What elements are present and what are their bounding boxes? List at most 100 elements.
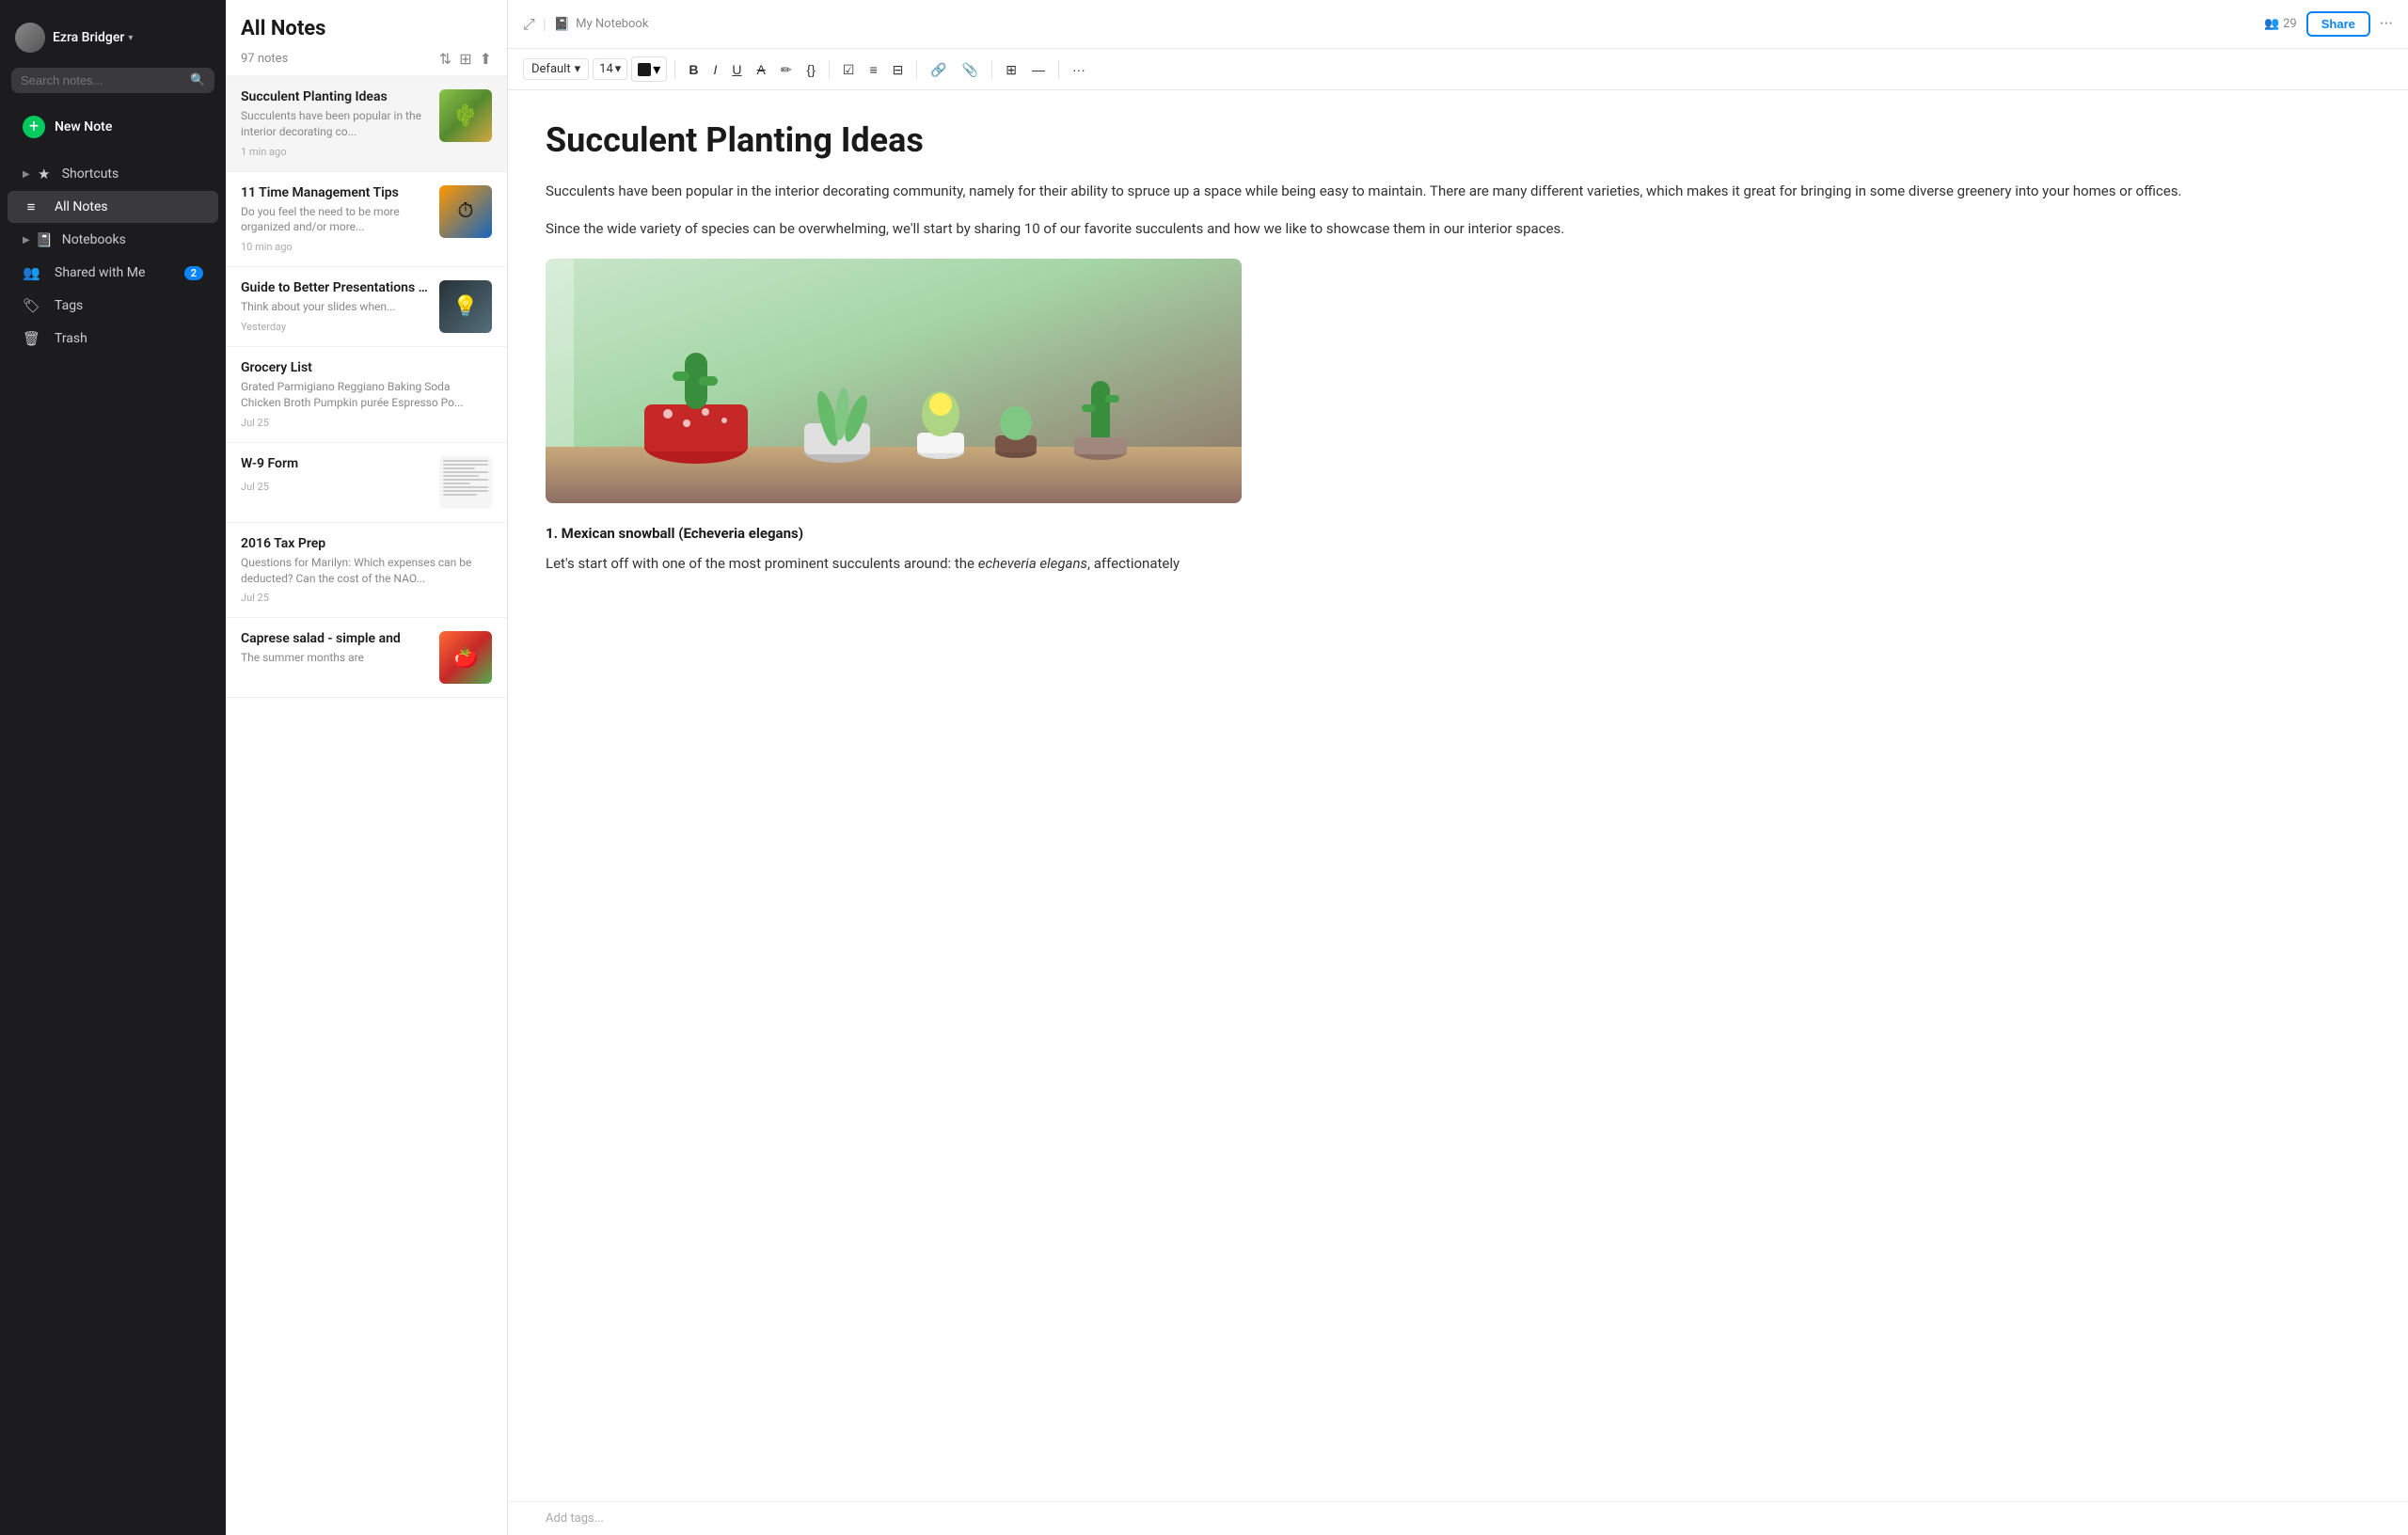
italic-button[interactable]: I [707,59,722,80]
code-button[interactable]: {} [801,59,821,80]
sidebar-item-notebooks[interactable]: ▶ 📓 Notebooks [8,224,218,256]
shared-icon: 👥 [23,264,40,281]
highlight-button[interactable]: ✏ [775,59,798,80]
note-content: Caprese salad - simple and The summer mo… [241,631,428,672]
color-selector[interactable]: ▾ [631,56,667,82]
editor-content[interactable]: Succulent Planting Ideas Succulents have… [508,90,2408,1501]
note-thumbnail: 💡 [439,280,492,333]
note-title: Guide to Better Presentations for your B… [241,280,428,295]
note-content: 2016 Tax Prep Questions for Marilyn: Whi… [241,536,492,605]
editor-toolbar: Default ▾ 14 ▾ ▾ B I U A ✏ {} ☑ ≡ ⊟ 🔗 📎 … [508,49,2408,90]
document-title: Succulent Planting Ideas [546,120,2370,161]
sidebar-item-all-notes[interactable]: ≡ All Notes [8,191,218,223]
collaborators-info: 👥 29 [2264,17,2297,31]
note-title: W-9 Form [241,456,428,471]
note-title: Caprese salad - simple and [241,631,428,646]
document-body: Succulents have been popular in the inte… [546,180,2370,575]
table-button[interactable]: ⊞ [1000,59,1022,80]
chevron-icon: ▾ [575,62,581,76]
notes-count: 97 notes [241,52,288,66]
note-content: Succulent Planting Ideas Succulents have… [241,89,428,158]
sidebar-item-trash[interactable]: 🗑 Trash [8,323,218,355]
note-thumbnail: ⏱ [439,185,492,238]
sidebar-item-tags[interactable]: 🏷 Tags [8,290,218,322]
cactus-scene [546,259,1242,503]
thumbnail-image: ⏱ [439,185,492,238]
user-profile[interactable]: Ezra Bridger ▾ [0,15,226,64]
bullet-list-button[interactable]: ≡ [863,59,882,80]
sort-icon[interactable]: ⇅ [439,50,452,68]
bold-button[interactable]: B [683,59,704,80]
checkbox-button[interactable]: ☑ [837,59,861,80]
italic-text: echeveria elegans [978,555,1087,572]
sidebar-item-label: Notebooks [62,232,126,247]
strikethrough-button[interactable]: A [751,59,770,80]
note-content: W-9 Form Jul 25 [241,456,428,493]
search-input[interactable] [21,73,186,87]
search-bar[interactable]: 🔍 [11,68,214,93]
note-preview: Succulents have been popular in the inte… [241,108,428,140]
note-content: Guide to Better Presentations for your B… [241,280,428,333]
notebook-link[interactable]: 📓 My Notebook [554,17,649,32]
color-swatch [638,63,651,76]
note-time: 10 min ago [241,241,428,253]
notes-list: Succulent Planting Ideas Succulents have… [226,76,507,1535]
note-item-time-mgmt[interactable]: 11 Time Management Tips Do you feel the … [226,172,507,268]
note-item-tax2016[interactable]: 2016 Tax Prep Questions for Marilyn: Whi… [226,523,507,619]
note-time: 1 min ago [241,146,428,158]
numbered-list-button[interactable]: ⊟ [887,59,910,80]
expand-icon[interactable]: ⤢ [523,15,535,34]
note-title: Grocery List [241,360,492,375]
note-item-grocery[interactable]: Grocery List Grated Parmigiano Reggiano … [226,347,507,443]
add-tags-placeholder: Add tags... [546,1511,604,1526]
new-note-label: New Note [55,119,112,135]
thumbnail-image [439,456,492,509]
more-options-icon[interactable]: ··· [2380,14,2393,34]
numbered-item-title: 1. Mexican snowball (Echeveria elegans) [546,522,2370,545]
new-note-button[interactable]: + New Note [11,108,214,146]
attachment-button[interactable]: 📎 [957,59,984,80]
toolbar-separator [1058,60,1059,79]
note-item-presentations[interactable]: Guide to Better Presentations for your B… [226,267,507,347]
font-selector[interactable]: Default ▾ [523,58,589,80]
note-preview: Do you feel the need to be more organize… [241,204,428,236]
notes-header: All Notes 97 notes ⇅ ⊞ ⬆ [226,0,507,76]
sidebar-item-label: Shared with Me [55,265,145,280]
topbar-right: 👥 29 Share ··· [2264,11,2393,37]
topbar-left: ⤢ | 📓 My Notebook [523,15,648,34]
separator: | [543,15,547,33]
note-preview: Questions for Marilyn: Which expenses ca… [241,555,492,587]
document-image [546,259,1242,503]
plus-circle-icon: + [23,116,45,138]
sidebar-item-shortcuts[interactable]: ▶ ★ Shortcuts [8,158,218,190]
underline-button[interactable]: U [726,59,747,80]
note-title: Succulent Planting Ideas [241,89,428,104]
sidebar: Ezra Bridger ▾ 🔍 + New Note ▶ ★ Shortcut… [0,0,226,1535]
sidebar-item-shared[interactable]: 👥 Shared with Me 2 [8,257,218,289]
more-formats-button[interactable]: ··· [1067,59,1091,80]
tags-bar[interactable]: Add tags... [508,1501,2408,1535]
note-time: Jul 25 [241,417,492,429]
share-button[interactable]: Share [2306,11,2370,37]
numbered-item-title-text: 1. Mexican snowball (Echeveria elegans) [546,525,803,542]
share-icon[interactable]: ⬆ [480,50,492,68]
note-item-w9[interactable]: W-9 Form Jul 25 [226,443,507,523]
notes-actions: ⇅ ⊞ ⬆ [439,50,492,68]
note-item-caprese[interactable]: Caprese salad - simple and The summer mo… [226,618,507,698]
note-time: Jul 25 [241,592,492,604]
link-button[interactable]: 🔗 [925,59,952,80]
toolbar-separator [916,60,917,79]
view-icon[interactable]: ⊞ [459,50,471,68]
note-preview: Grated Parmigiano Reggiano Baking Soda C… [241,379,492,411]
note-time: Yesterday [241,321,428,333]
note-preview: The summer months are [241,650,428,666]
divider-button[interactable]: — [1026,59,1051,80]
font-size: 14 [599,62,613,76]
notebooks-icon: 📓 [36,231,53,248]
thumbnail-image: 🌵 [439,89,492,142]
arrow-icon: ▶ [23,235,30,245]
font-size-selector[interactable]: 14 ▾ [593,58,627,80]
note-item-succulent[interactable]: Succulent Planting Ideas Succulents have… [226,76,507,172]
note-content: Grocery List Grated Parmigiano Reggiano … [241,360,492,429]
sidebar-item-label: Trash [55,331,87,346]
